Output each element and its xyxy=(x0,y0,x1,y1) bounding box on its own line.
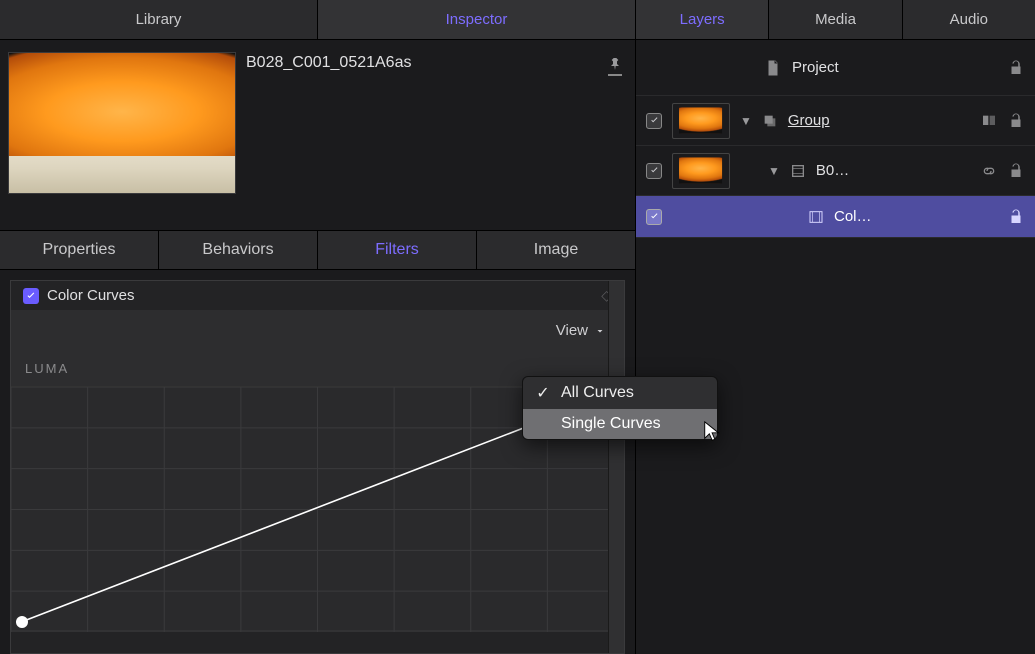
layer-row-filter[interactable]: Col… xyxy=(636,196,1035,238)
layer-row-project[interactable]: Project xyxy=(636,40,1035,96)
curve-handle-black[interactable] xyxy=(16,616,28,628)
layer-thumbnail xyxy=(672,153,730,189)
layer-name-group: Group xyxy=(788,112,830,129)
layer-visibility-checkbox[interactable] xyxy=(646,113,662,129)
tab-audio[interactable]: Audio xyxy=(903,0,1035,39)
disclosure-triangle-icon[interactable]: ▼ xyxy=(768,164,780,178)
luma-curve-line xyxy=(21,405,583,622)
menu-item-label: Single Curves xyxy=(561,415,661,433)
layer-row-clip[interactable]: ▼ B0… xyxy=(636,146,1035,196)
view-menu-item-single-curves[interactable]: Single Curves xyxy=(523,409,717,439)
filter-enable-checkbox[interactable] xyxy=(23,288,39,304)
tab-layers[interactable]: Layers xyxy=(636,0,769,39)
tab-library[interactable]: Library xyxy=(0,0,318,39)
group-icon xyxy=(762,113,778,129)
unlock-icon[interactable] xyxy=(1007,112,1025,130)
check-icon xyxy=(649,211,660,222)
tab-image[interactable]: Image xyxy=(477,231,635,269)
clip-header: B028_C001_0521A6as xyxy=(0,40,635,230)
filter-header: Color Curves ◇ xyxy=(11,281,624,310)
right-top-tabs: Layers Media Audio xyxy=(636,0,1035,40)
left-top-tabs: Library Inspector xyxy=(0,0,635,40)
check-icon xyxy=(649,115,660,126)
filmstrip-icon xyxy=(790,163,806,179)
layer-name-clip: B0… xyxy=(816,162,849,179)
blend-icon[interactable] xyxy=(981,113,997,129)
scrollbar-track[interactable] xyxy=(608,281,624,653)
unlock-icon[interactable] xyxy=(1007,208,1025,226)
pin-icon xyxy=(607,56,623,72)
clip-thumbnail[interactable] xyxy=(8,52,236,194)
menu-item-label: All Curves xyxy=(561,384,634,402)
disclosure-triangle-icon[interactable]: ▼ xyxy=(740,114,752,128)
view-menu-popover: ✓ All Curves Single Curves xyxy=(522,376,718,440)
view-menu-item-all-curves[interactable]: ✓ All Curves xyxy=(523,377,717,409)
link-icon[interactable] xyxy=(981,163,997,179)
view-label: View xyxy=(556,322,588,339)
layer-name-project: Project xyxy=(792,59,839,76)
tab-media[interactable]: Media xyxy=(769,0,902,39)
tab-properties[interactable]: Properties xyxy=(0,231,159,269)
check-icon: ✓ xyxy=(535,383,551,403)
tab-behaviors[interactable]: Behaviors xyxy=(159,231,318,269)
check-icon xyxy=(649,165,660,176)
filter-name-label: Color Curves xyxy=(47,287,135,304)
check-icon xyxy=(25,290,37,302)
layer-visibility-checkbox[interactable] xyxy=(646,209,662,225)
inspector-sub-tabs: Properties Behaviors Filters Image xyxy=(0,230,635,270)
chevron-down-icon xyxy=(594,325,606,337)
view-dropdown[interactable]: View xyxy=(11,310,624,345)
unlock-icon[interactable] xyxy=(1007,59,1025,77)
layer-thumbnail xyxy=(672,103,730,139)
unlock-icon[interactable] xyxy=(1007,162,1025,180)
filter-filmstrip-icon xyxy=(808,209,824,225)
cursor-icon xyxy=(702,420,724,442)
layer-row-group[interactable]: ▼ Group xyxy=(636,96,1035,146)
tab-filters[interactable]: Filters xyxy=(318,231,477,269)
tab-inspector[interactable]: Inspector xyxy=(318,0,635,39)
layer-name-filter: Col… xyxy=(834,208,872,225)
pin-button[interactable] xyxy=(607,52,627,76)
project-icon xyxy=(764,59,782,77)
layer-visibility-checkbox[interactable] xyxy=(646,163,662,179)
clip-title: B028_C001_0521A6as xyxy=(246,52,597,72)
inspector-body: Color Curves ◇ View LUMA xyxy=(0,270,635,654)
